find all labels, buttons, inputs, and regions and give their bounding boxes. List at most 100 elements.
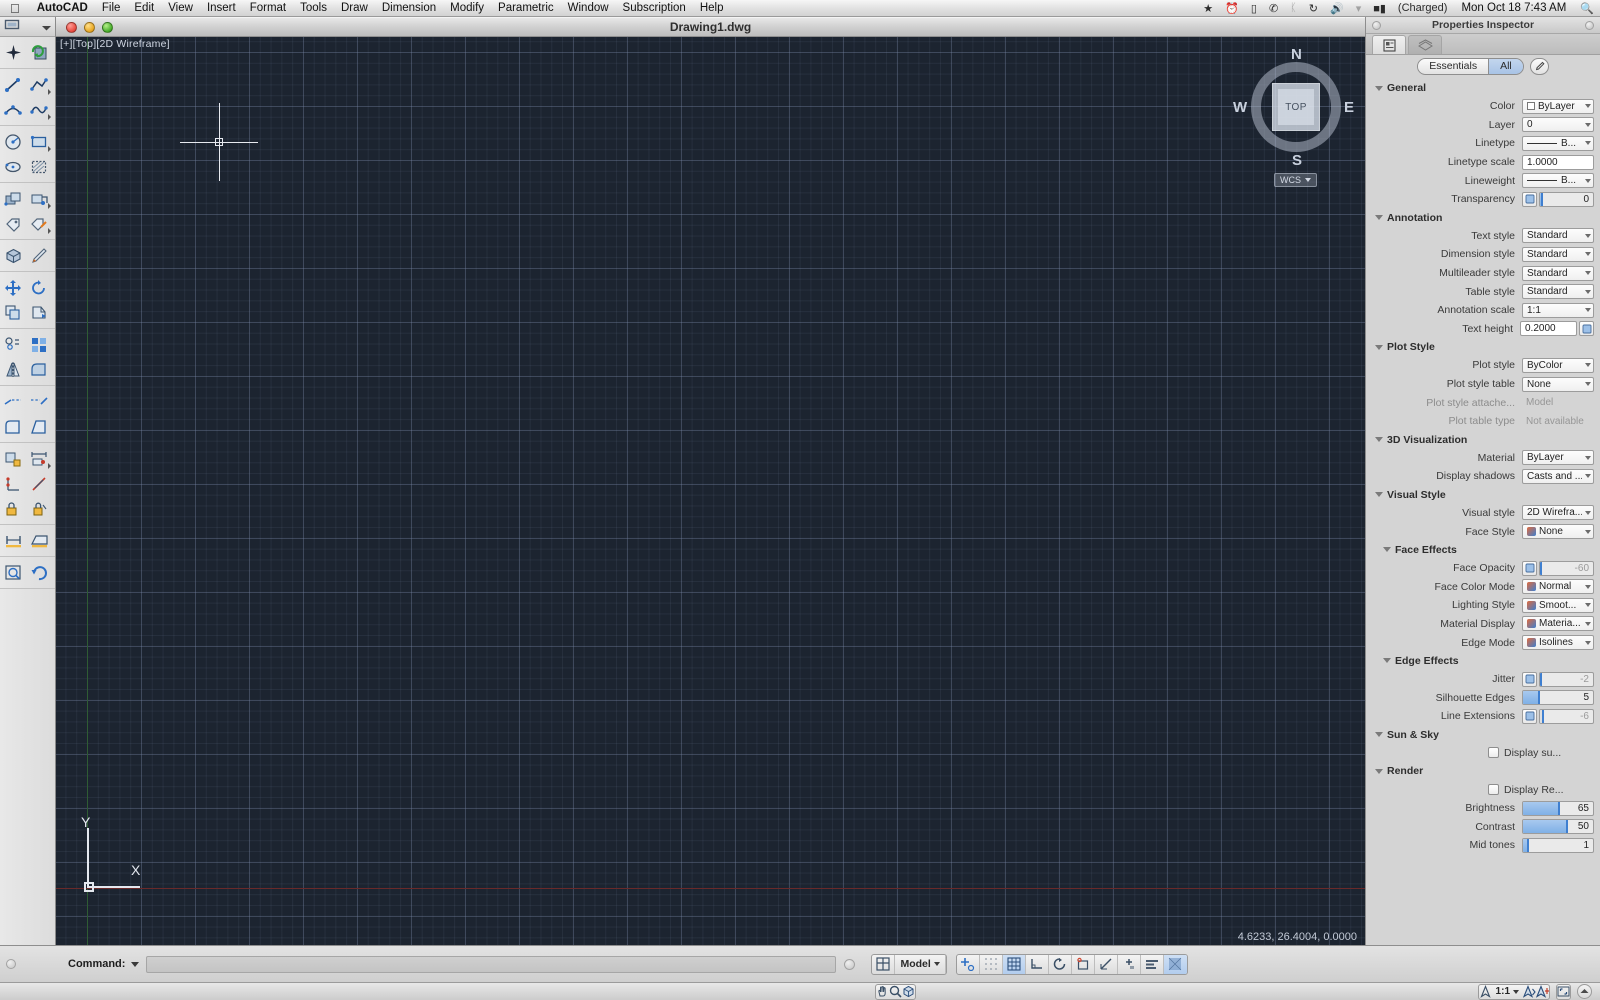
- rectangle-icon[interactable]: [26, 129, 52, 154]
- menu-parametric[interactable]: Parametric: [491, 0, 561, 17]
- property-row[interactable]: Plot style table None: [1366, 375, 1600, 394]
- slider-knob[interactable]: [1540, 672, 1542, 686]
- property-dropdown[interactable]: B...: [1522, 135, 1594, 151]
- property-row[interactable]: Material ByLayer: [1366, 449, 1600, 468]
- menu-view[interactable]: View: [161, 0, 200, 17]
- otrack-icon[interactable]: [1095, 954, 1118, 974]
- property-row[interactable]: Display shadows Casts and ...: [1366, 467, 1600, 486]
- property-slider-control[interactable]: -6: [1522, 708, 1594, 724]
- undo-icon[interactable]: [26, 560, 52, 585]
- property-row[interactable]: Brightness 65: [1366, 799, 1600, 818]
- properties-list[interactable]: General Color ByLayer Layer 0 Linetype B... Lin…: [1366, 77, 1600, 942]
- segment-essentials[interactable]: Essentials: [1418, 59, 1489, 74]
- phone-icon[interactable]: ✆: [1263, 2, 1284, 15]
- flyout-arrow-icon[interactable]: [48, 203, 51, 209]
- property-row[interactable]: Lighting Style Smoot...: [1366, 596, 1600, 615]
- sync-icon[interactable]: ↻: [1303, 2, 1324, 15]
- chevron-down-icon[interactable]: [1585, 640, 1591, 645]
- property-slider-control[interactable]: 65: [1522, 800, 1594, 816]
- annotation-visibility-icon[interactable]: [1522, 984, 1536, 999]
- disclosure-triangle-icon[interactable]: [1375, 215, 1383, 221]
- chevron-down-icon[interactable]: [1585, 104, 1591, 109]
- pencil-icon[interactable]: [26, 243, 52, 268]
- slider-knob[interactable]: [1527, 838, 1530, 852]
- flyout-arrow-icon[interactable]: [48, 114, 51, 120]
- extend-icon[interactable]: [26, 389, 52, 414]
- dim-baseline-icon[interactable]: [0, 471, 26, 496]
- flyout-arrow-icon[interactable]: [48, 463, 51, 469]
- status-expand-button[interactable]: [1577, 984, 1592, 999]
- property-row[interactable]: Linetype scale 1.0000: [1366, 153, 1600, 172]
- menu-autocad[interactable]: AutoCAD: [30, 0, 95, 17]
- slider-knob[interactable]: [1541, 192, 1544, 206]
- chevron-down-icon[interactable]: [42, 18, 51, 36]
- section-header[interactable]: 3D Visualization: [1366, 431, 1600, 449]
- panel-collapse-right-icon[interactable]: [1585, 20, 1594, 30]
- osnap-icon[interactable]: [957, 954, 980, 974]
- toolset-icon[interactable]: [4, 18, 21, 36]
- property-row[interactable]: Text height 0.2000: [1366, 320, 1600, 339]
- property-input[interactable]: 0.2000: [1520, 321, 1577, 337]
- view-cube-face[interactable]: TOP: [1272, 83, 1320, 131]
- panel-collapse-left-icon[interactable]: [1372, 20, 1381, 30]
- opacity-icon[interactable]: [1522, 560, 1537, 576]
- slider[interactable]: 65: [1522, 800, 1594, 816]
- property-row[interactable]: Face Opacity -60: [1366, 559, 1600, 578]
- disclosure-triangle-icon[interactable]: [1375, 492, 1383, 498]
- chevron-down-icon[interactable]: [1585, 603, 1591, 608]
- slider[interactable]: 1: [1522, 837, 1594, 853]
- compass-north[interactable]: N: [1291, 46, 1302, 63]
- essentials-all-segmented-control[interactable]: Essentials All: [1417, 58, 1524, 75]
- property-row[interactable]: Silhouette Edges 5: [1366, 688, 1600, 707]
- flyout-arrow-icon[interactable]: [48, 146, 51, 152]
- offset-icon[interactable]: [0, 332, 26, 357]
- chevron-down-icon[interactable]: [1585, 233, 1591, 238]
- chevron-down-icon[interactable]: [1585, 271, 1591, 276]
- chevron-down-icon[interactable]: [1305, 178, 1311, 182]
- property-slider-control[interactable]: 50: [1522, 819, 1594, 835]
- dim-lock-angle-icon[interactable]: [26, 496, 52, 521]
- move-icon[interactable]: [0, 275, 26, 300]
- property-row[interactable]: Contrast 50: [1366, 817, 1600, 836]
- property-row[interactable]: Color ByLayer: [1366, 97, 1600, 116]
- apple-logo-icon[interactable]: : [10, 2, 20, 15]
- command-input[interactable]: [146, 955, 837, 973]
- property-row[interactable]: Material Display Materia...: [1366, 615, 1600, 634]
- property-row[interactable]: Table style Standard: [1366, 282, 1600, 301]
- property-dropdown[interactable]: Normal: [1522, 579, 1594, 595]
- property-dropdown[interactable]: Isolines: [1522, 635, 1594, 651]
- transparency-icon[interactable]: [1522, 191, 1537, 207]
- property-slider-control[interactable]: -2: [1522, 671, 1594, 687]
- trim-icon[interactable]: [0, 389, 26, 414]
- property-dropdown[interactable]: ByLayer: [1522, 450, 1594, 466]
- property-dropdown[interactable]: Materia...: [1522, 616, 1594, 632]
- property-dropdown[interactable]: Standard: [1522, 246, 1594, 262]
- slider-knob[interactable]: [1558, 801, 1560, 815]
- section-header[interactable]: Edge Effects: [1366, 652, 1600, 670]
- property-row[interactable]: Layer 0: [1366, 116, 1600, 135]
- eyedropper-icon[interactable]: [1529, 58, 1549, 75]
- dim-aligned-icon[interactable]: [26, 446, 52, 471]
- line-icon[interactable]: [0, 72, 26, 97]
- property-slider-control[interactable]: 0: [1522, 191, 1594, 207]
- annotative-icon[interactable]: [1579, 321, 1594, 337]
- chevron-down-icon[interactable]: [1585, 510, 1591, 515]
- slider[interactable]: -2: [1539, 671, 1594, 687]
- chamfer-icon[interactable]: [0, 414, 26, 439]
- chevron-down-icon[interactable]: [1585, 141, 1591, 146]
- checkbox[interactable]: [1488, 784, 1499, 796]
- line-ext-icon[interactable]: [1522, 708, 1537, 724]
- property-row[interactable]: Lineweight B...: [1366, 171, 1600, 190]
- menu-edit[interactable]: Edit: [127, 0, 161, 17]
- property-row[interactable]: Face Style None: [1366, 522, 1600, 541]
- clock[interactable]: Mon Oct 18 7:43 AM: [1453, 2, 1574, 14]
- chevron-down-icon[interactable]: [1513, 989, 1519, 994]
- jitter-icon[interactable]: [1522, 671, 1537, 687]
- property-dropdown[interactable]: Standard: [1522, 228, 1594, 244]
- annotation-scale-selector[interactable]: 1:1: [1492, 985, 1523, 999]
- slider-knob[interactable]: [1542, 709, 1545, 723]
- section-header[interactable]: General: [1366, 79, 1600, 97]
- menu-insert[interactable]: Insert: [200, 0, 243, 17]
- polyline-icon[interactable]: [26, 72, 52, 97]
- section-header[interactable]: Visual Style: [1366, 486, 1600, 504]
